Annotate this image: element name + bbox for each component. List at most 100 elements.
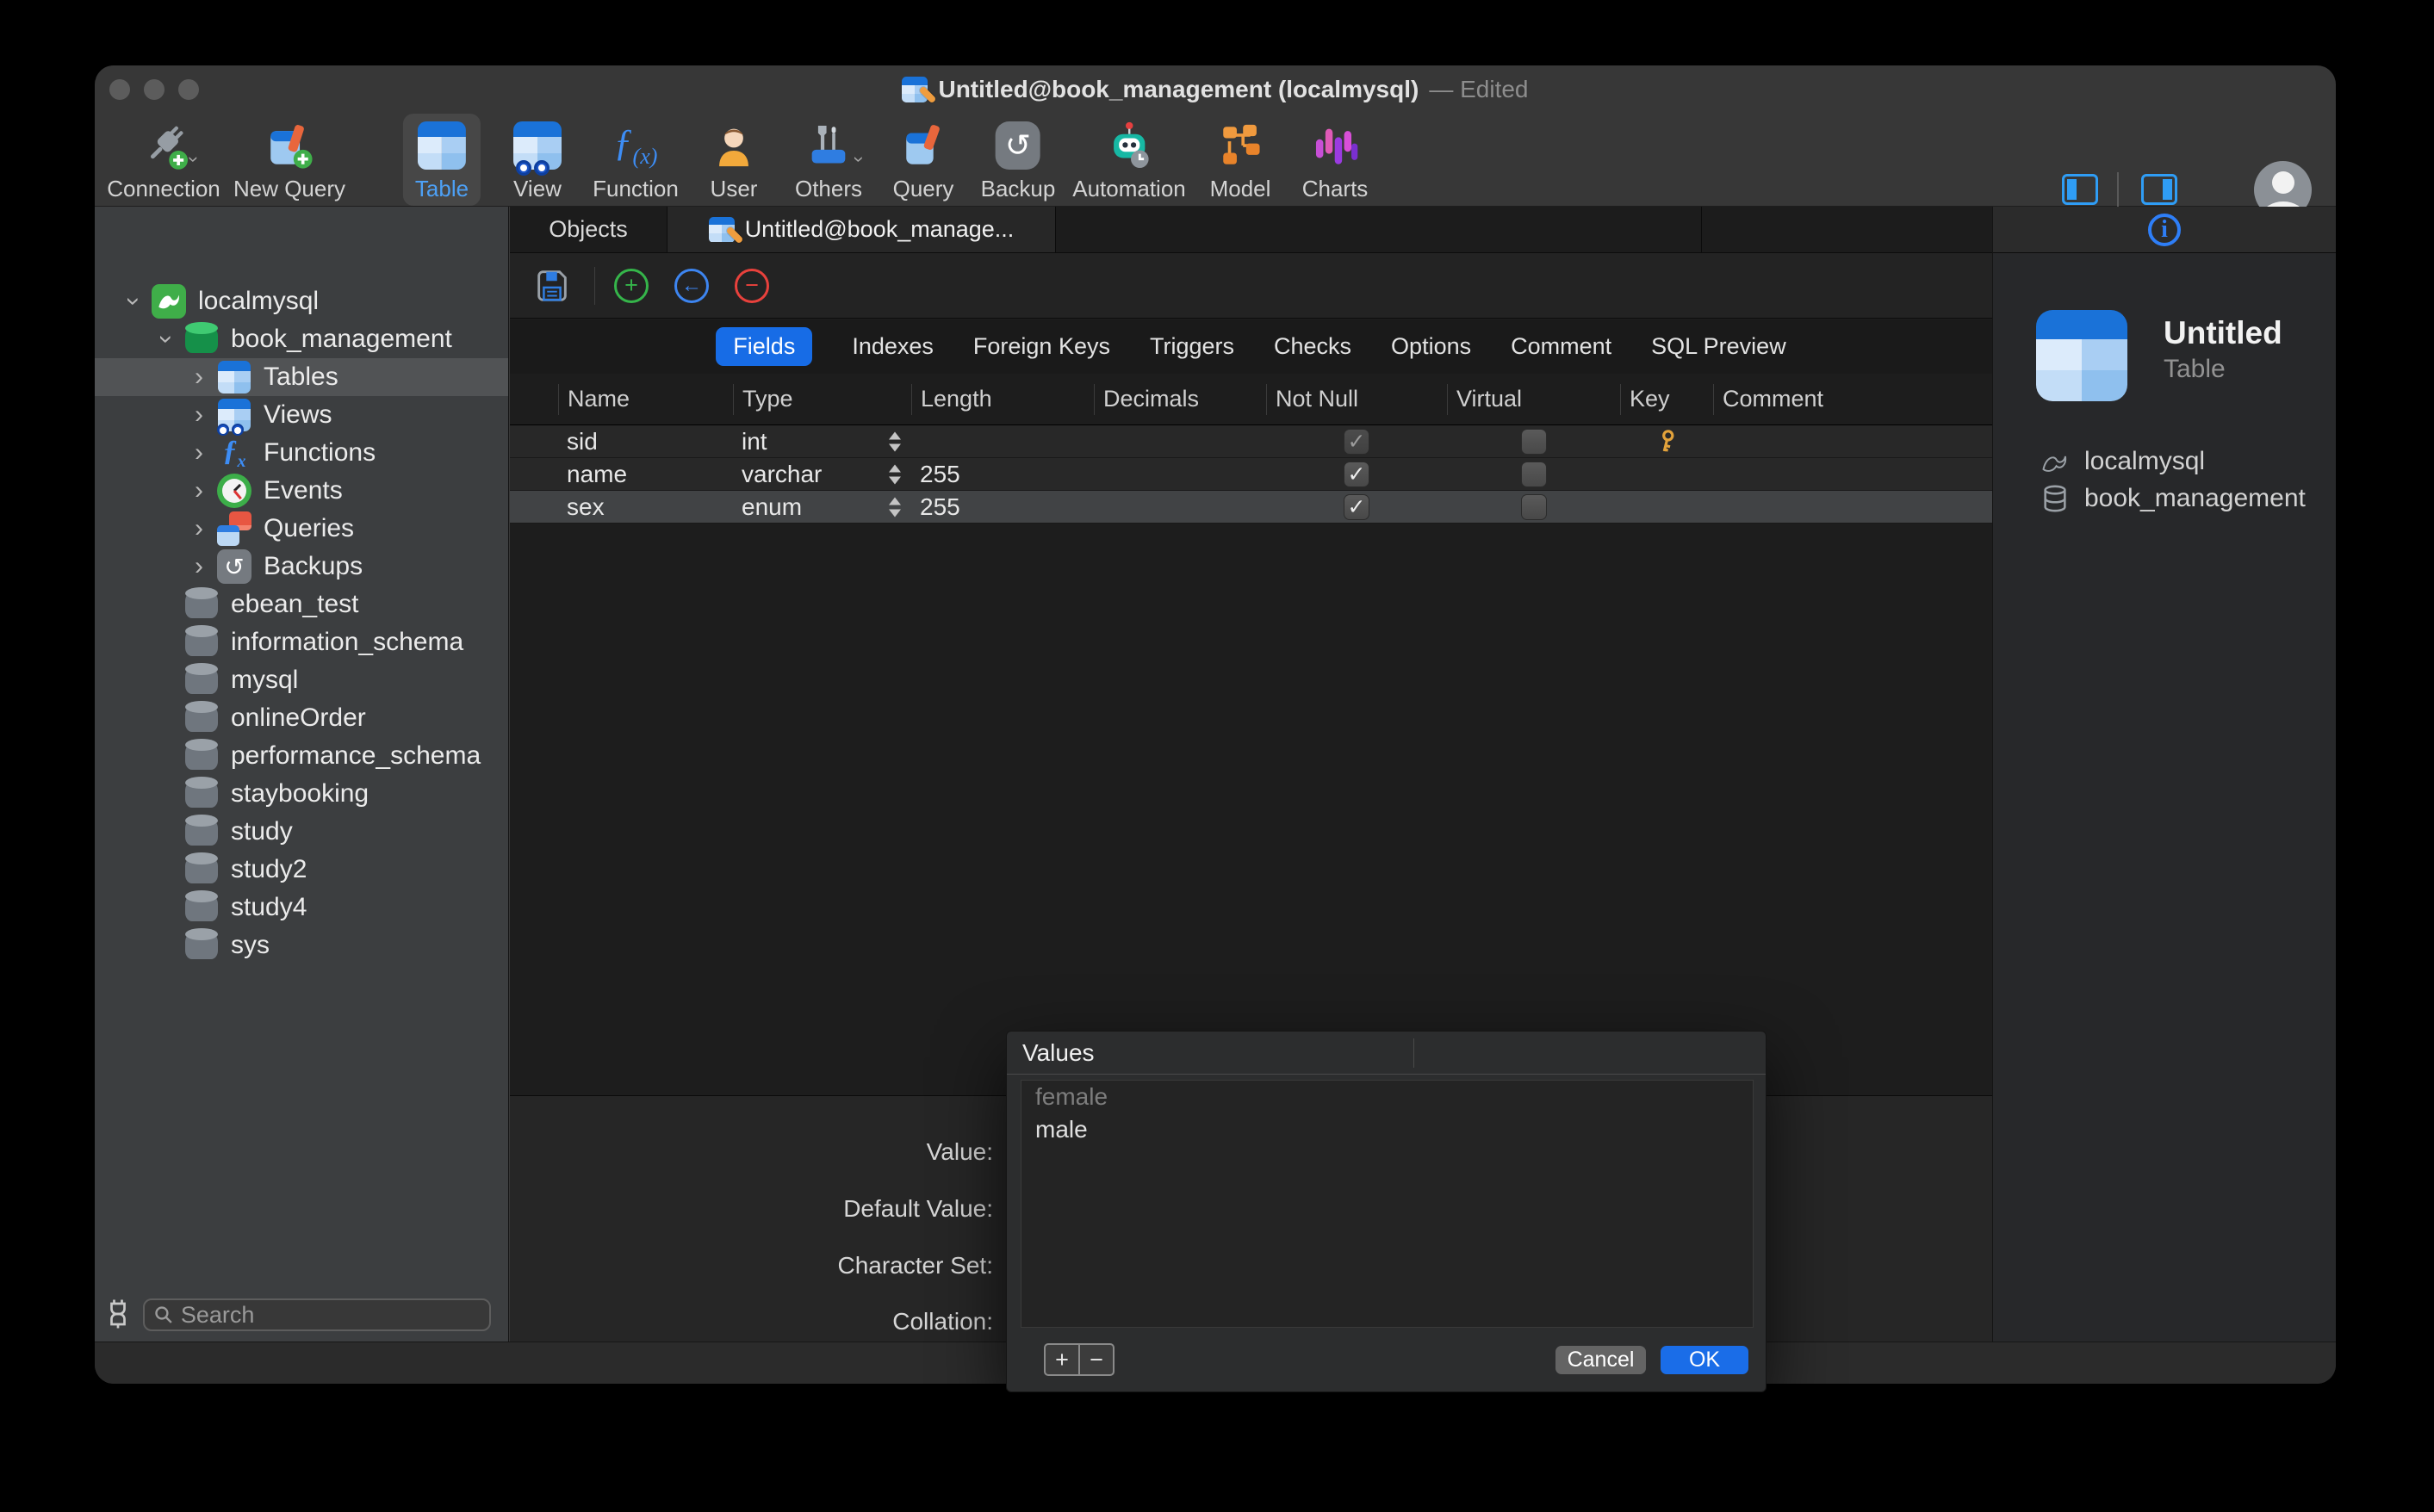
column-header-length[interactable]: Length [911, 383, 1094, 415]
tree-item-backups[interactable]: › ↺ Backups [95, 548, 508, 586]
tree-item-localmysql[interactable]: › localmysql [95, 282, 508, 320]
tree-item-ebean-test[interactable]: ebean_test [95, 586, 508, 623]
toolbar-button-view[interactable]: View [499, 114, 576, 206]
not-null-checkbox-checked[interactable] [1344, 493, 1369, 520]
insert-field-button[interactable]: ← [674, 268, 709, 303]
tree-item-study4[interactable]: study4 [95, 889, 508, 926]
tab-options[interactable]: Options [1391, 333, 1471, 360]
field-decimals-cell[interactable] [1094, 425, 1266, 457]
column-header-not-null[interactable]: Not Null [1266, 383, 1447, 415]
toolbar-button-others[interactable]: › Others [783, 114, 874, 206]
toolbar-button-function[interactable]: ƒ(x) Function [581, 114, 691, 206]
cancel-button[interactable]: Cancel [1555, 1346, 1646, 1374]
field-length-cell[interactable] [911, 425, 1094, 457]
row-handle[interactable] [510, 491, 558, 523]
field-comment-cell[interactable] [1713, 425, 1992, 457]
not-null-checkbox-checked[interactable] [1344, 461, 1369, 487]
search-input[interactable] [180, 1301, 481, 1329]
tree-item-study2[interactable]: study2 [95, 851, 508, 889]
chevron-collapsed-icon[interactable]: › [184, 402, 214, 428]
tab-objects[interactable]: Objects [510, 207, 667, 252]
delete-field-button[interactable]: − [735, 268, 769, 303]
tree-item-study[interactable]: study [95, 813, 508, 851]
toolbar-button-automation[interactable]: Automation [1060, 114, 1198, 206]
virtual-checkbox-unchecked[interactable] [1520, 461, 1547, 487]
tree-item-performance-schema[interactable]: performance_schema [95, 737, 508, 775]
field-row-sid[interactable]: sid int [510, 425, 1992, 458]
type-stepper[interactable] [889, 497, 901, 517]
tree-item-book-management[interactable]: › book_management [95, 320, 508, 358]
tab-sql-preview[interactable]: SQL Preview [1651, 333, 1786, 360]
field-name-cell[interactable]: sex [558, 491, 733, 523]
type-stepper[interactable] [889, 464, 901, 484]
field-name-cell[interactable]: name [558, 458, 733, 490]
chevron-expanded-icon[interactable]: › [152, 325, 181, 354]
chevron-collapsed-icon[interactable]: › [184, 554, 214, 579]
toolbar-button-connection[interactable]: › Connection [95, 114, 233, 206]
info-icon[interactable]: i [2148, 213, 2181, 246]
toolbar-button-new-query[interactable]: New Query [221, 114, 357, 206]
remove-value-button[interactable]: − [1078, 1343, 1115, 1376]
tab-indexes[interactable]: Indexes [852, 333, 934, 360]
type-stepper[interactable] [889, 431, 901, 451]
tree-item-mysql[interactable]: mysql [95, 661, 508, 699]
field-comment-cell[interactable] [1713, 491, 1992, 523]
column-header-decimals[interactable]: Decimals [1094, 383, 1266, 415]
value-list-item-female[interactable]: female [1021, 1081, 1753, 1113]
virtual-checkbox-unchecked[interactable] [1520, 493, 1547, 520]
tab-checks[interactable]: Checks [1274, 333, 1351, 360]
field-comment-cell[interactable] [1713, 458, 1992, 490]
column-header-comment[interactable]: Comment [1713, 383, 1992, 415]
value-list-item-male[interactable]: male [1021, 1113, 1753, 1146]
tree-item-events[interactable]: › Events [95, 472, 508, 510]
row-handle[interactable] [510, 425, 558, 457]
chevron-collapsed-icon[interactable]: › [184, 440, 214, 466]
ok-button[interactable]: OK [1661, 1346, 1748, 1374]
tab-fields[interactable]: Fields [716, 327, 813, 366]
save-button[interactable] [532, 266, 572, 306]
tree-item-information-schema[interactable]: information_schema [95, 623, 508, 661]
virtual-checkbox-unchecked[interactable] [1520, 428, 1547, 455]
toolbar-button-backup[interactable]: ↺ Backup [969, 114, 1068, 206]
chevron-expanded-icon[interactable]: › [120, 287, 148, 316]
toolbar-button-user[interactable]: User [695, 114, 773, 206]
tab-untitled-table[interactable]: Untitled@book_manage... [667, 207, 1056, 252]
chevron-collapsed-icon[interactable]: › [184, 478, 214, 504]
add-value-button[interactable]: + [1044, 1343, 1080, 1376]
connection-filter-icon[interactable] [105, 1298, 131, 1329]
column-header-type[interactable]: Type [733, 383, 911, 415]
field-decimals-cell[interactable] [1094, 491, 1266, 523]
chevron-collapsed-icon[interactable]: › [184, 364, 214, 390]
field-length-cell[interactable]: 255 [911, 491, 1094, 523]
tree-item-functions[interactable]: › ƒx Functions [95, 434, 508, 472]
not-null-checkbox-checked[interactable] [1344, 428, 1369, 455]
toolbar-button-model[interactable]: Model [1198, 114, 1283, 206]
tree-item-staybooking[interactable]: staybooking [95, 775, 508, 813]
field-type-cell[interactable]: int [733, 425, 911, 457]
field-key-cell[interactable] [1620, 458, 1713, 490]
toolbar-button-table[interactable]: Table [402, 114, 481, 206]
tree-item-views[interactable]: › Views [95, 396, 508, 436]
tab-foreign-keys[interactable]: Foreign Keys [973, 333, 1110, 360]
toolbar-button-charts[interactable]: Charts [1290, 114, 1381, 206]
field-type-cell[interactable]: enum [733, 491, 911, 523]
field-type-cell[interactable]: varchar [733, 458, 911, 490]
field-key-cell[interactable] [1620, 425, 1713, 457]
add-field-button[interactable]: + [614, 268, 649, 303]
field-name-cell[interactable]: sid [558, 425, 733, 457]
chevron-collapsed-icon[interactable]: › [184, 516, 214, 542]
tab-triggers[interactable]: Triggers [1150, 333, 1234, 360]
column-header-name[interactable]: Name [558, 383, 733, 415]
toolbar-button-query[interactable]: Query [881, 114, 966, 206]
row-handle[interactable] [510, 458, 558, 490]
tree-item-tables[interactable]: › Tables [95, 358, 508, 396]
tree-item-onlineorder[interactable]: onlineOrder [95, 699, 508, 737]
tree-item-queries[interactable]: › Queries [95, 510, 508, 548]
field-key-cell[interactable] [1620, 491, 1713, 523]
toggle-left-sidebar-button[interactable] [2062, 174, 2098, 205]
field-row-name[interactable]: name varchar 255 [510, 458, 1992, 491]
tab-comment[interactable]: Comment [1511, 333, 1611, 360]
field-length-cell[interactable]: 255 [911, 458, 1094, 490]
column-header-key[interactable]: Key [1620, 383, 1713, 415]
column-header-virtual[interactable]: Virtual [1447, 383, 1620, 415]
